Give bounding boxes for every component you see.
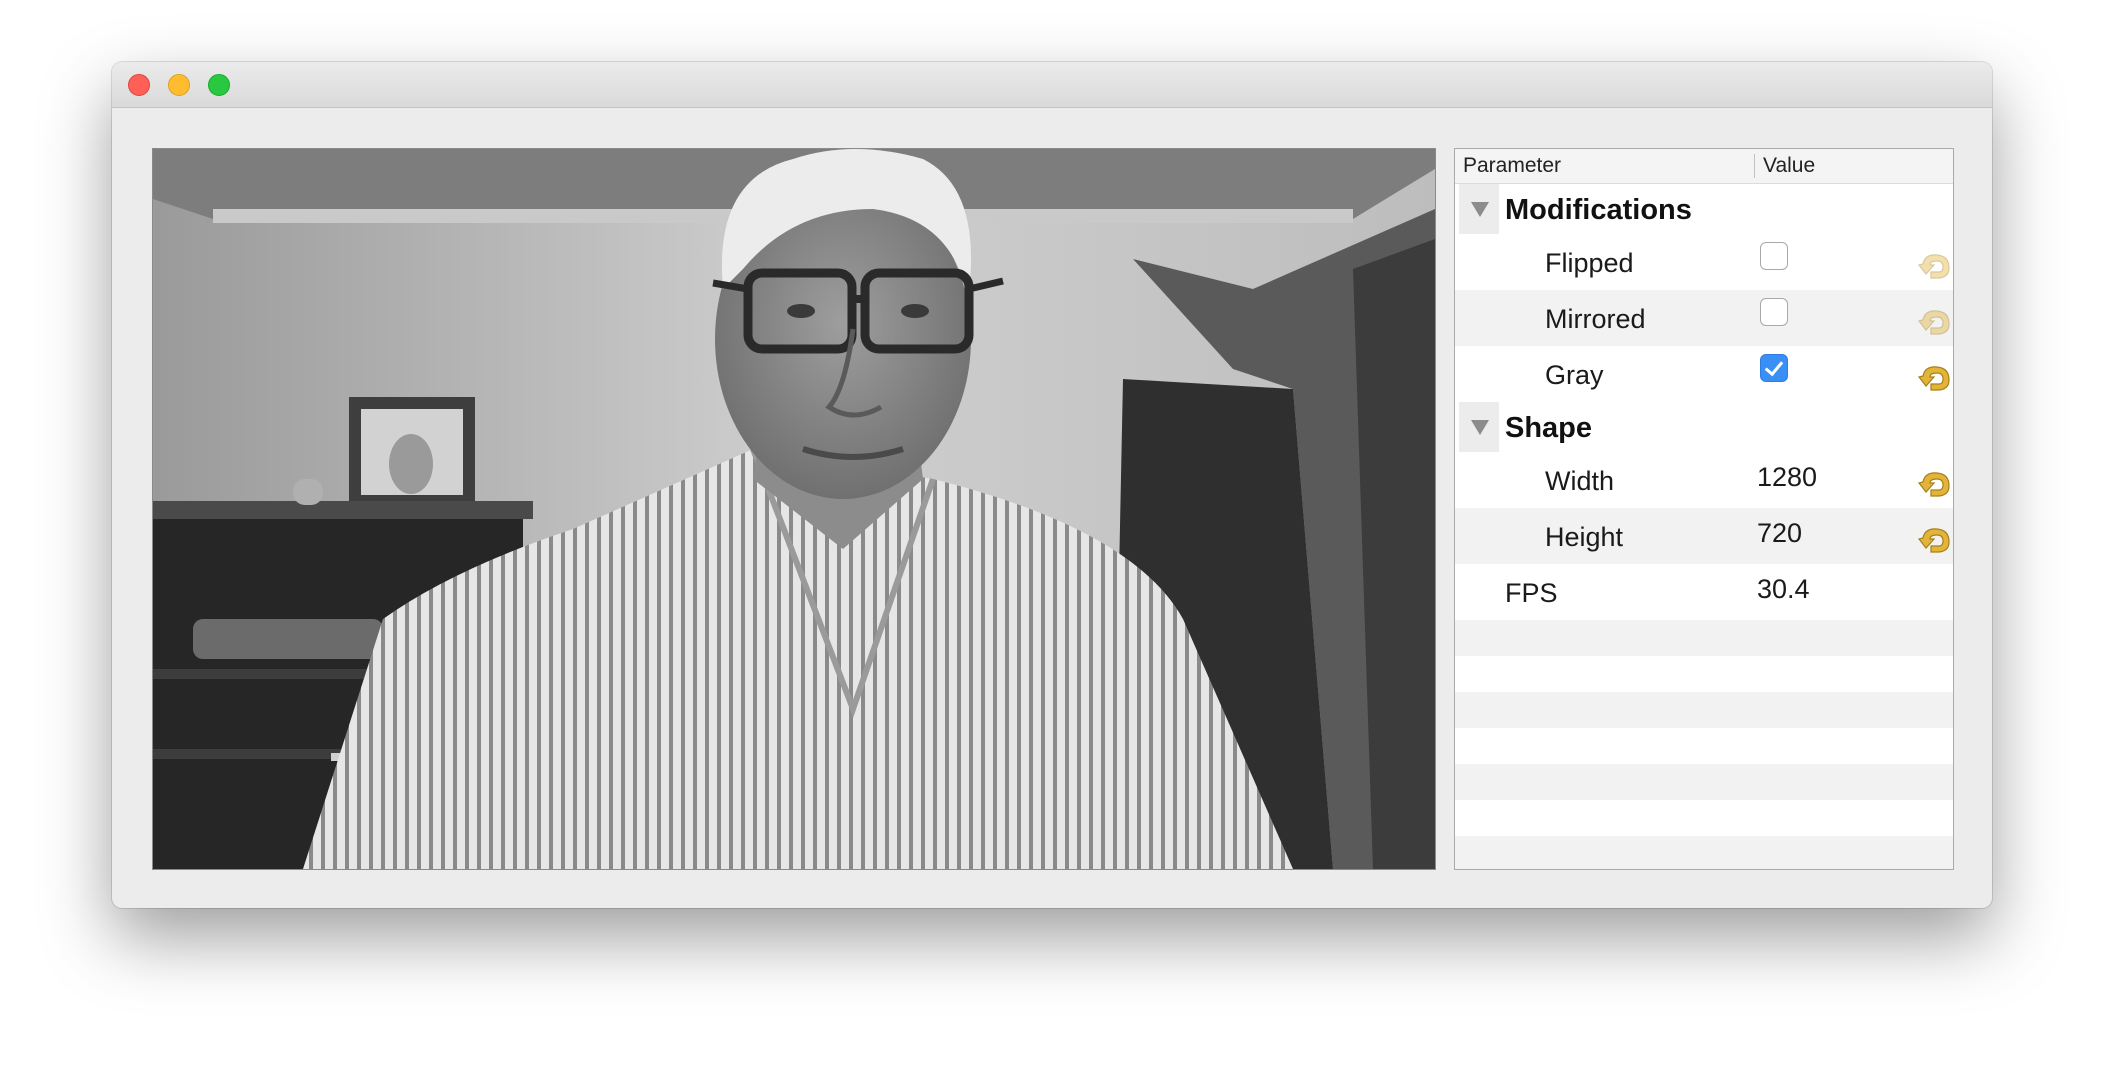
param-row-width[interactable]: Width 1280 [1455, 452, 1953, 508]
flipped-checkbox[interactable] [1760, 242, 1788, 270]
empty-row [1455, 656, 1953, 692]
camera-frame-image [153, 149, 1435, 869]
reset-icon[interactable] [1917, 250, 1953, 280]
param-label: Height [1545, 522, 1624, 552]
header-value[interactable]: Value [1763, 154, 1815, 178]
param-row-mirrored[interactable]: Mirrored [1455, 290, 1953, 346]
param-label: Flipped [1545, 248, 1634, 278]
reset-icon[interactable] [1917, 306, 1953, 336]
zoom-button[interactable] [208, 74, 230, 96]
param-row-gray[interactable]: Gray [1455, 346, 1953, 402]
param-label: Width [1545, 466, 1615, 496]
param-row-flipped[interactable]: Flipped [1455, 234, 1953, 290]
param-label: Gray [1545, 360, 1604, 390]
param-row-height[interactable]: Height 720 [1455, 508, 1953, 564]
mirrored-checkbox[interactable] [1760, 298, 1788, 326]
table-header: Parameter Value [1455, 149, 1953, 184]
group-row-modifications[interactable]: Modifications [1455, 184, 1953, 234]
close-button[interactable] [128, 74, 150, 96]
disclosure-triangle-icon[interactable] [1459, 402, 1499, 452]
disclosure-triangle-icon[interactable] [1459, 184, 1499, 234]
group-row-shape[interactable]: Shape [1455, 402, 1953, 452]
gray-checkbox[interactable] [1760, 354, 1788, 382]
fps-value: 30.4 [1757, 574, 1810, 604]
parameter-tree[interactable]: Parameter Value Modifications Flipped Mi… [1454, 148, 1954, 870]
param-label: Mirrored [1545, 304, 1646, 334]
param-label: FPS [1505, 578, 1558, 608]
empty-row [1455, 692, 1953, 728]
group-title-modifications: Modifications [1505, 194, 1692, 226]
camera-preview [152, 148, 1436, 870]
reset-icon[interactable] [1917, 524, 1953, 554]
group-title-shape: Shape [1505, 412, 1593, 444]
app-window: Parameter Value Modifications Flipped Mi… [112, 62, 1992, 908]
empty-row [1455, 620, 1953, 656]
param-row-fps[interactable]: FPS 30.4 [1455, 564, 1953, 620]
header-parameter[interactable]: Parameter [1463, 154, 1561, 178]
width-value-field[interactable]: 1280 [1757, 462, 1817, 493]
reset-icon[interactable] [1917, 362, 1953, 392]
height-value-field[interactable]: 720 [1757, 518, 1802, 549]
empty-row [1455, 764, 1953, 800]
empty-row [1455, 836, 1953, 869]
reset-icon[interactable] [1917, 468, 1953, 498]
header-divider[interactable] [1754, 154, 1755, 178]
minimize-button[interactable] [168, 74, 190, 96]
empty-row [1455, 800, 1953, 836]
title-bar[interactable] [112, 62, 1992, 108]
empty-row [1455, 728, 1953, 764]
